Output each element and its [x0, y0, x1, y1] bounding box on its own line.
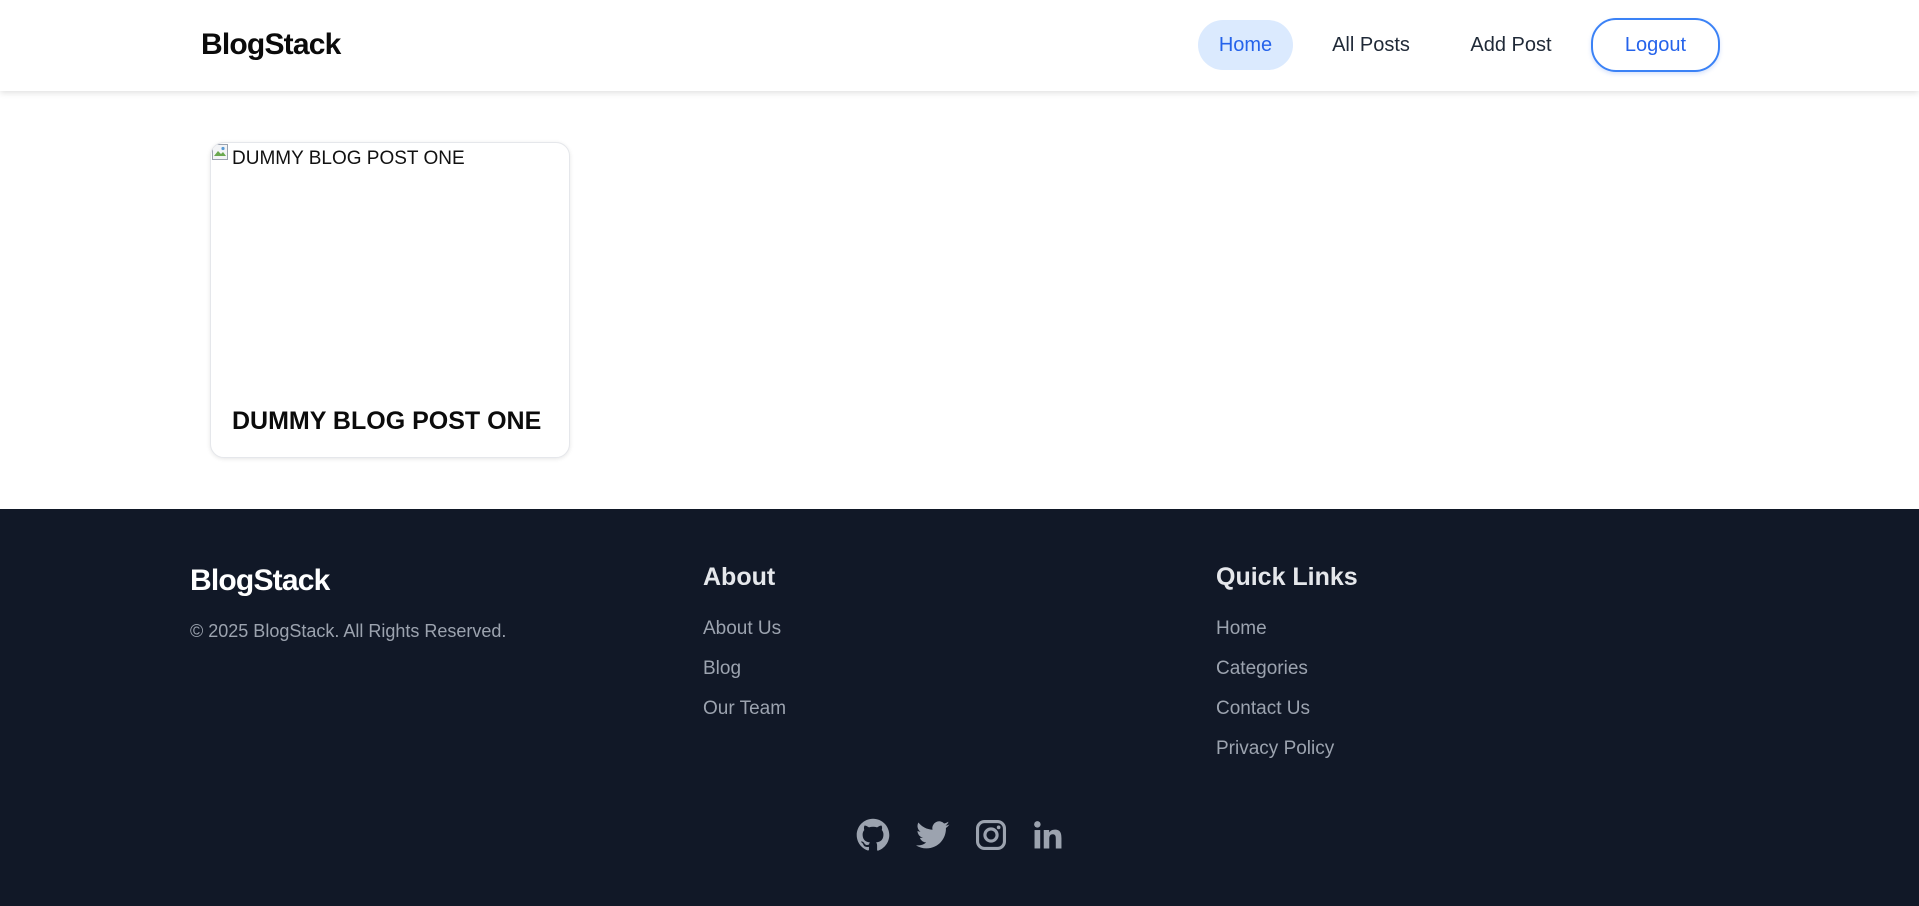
footer-link-contact-us[interactable]: Contact Us — [1216, 697, 1334, 737]
footer-link-home[interactable]: Home — [1216, 617, 1334, 657]
footer-link-categories[interactable]: Categories — [1216, 657, 1334, 697]
nav-all-posts-link[interactable]: All Posts — [1317, 20, 1425, 70]
logout-button[interactable]: Logout — [1591, 18, 1720, 72]
footer-about-links: About Us Blog Our Team — [703, 617, 786, 737]
footer-quick-links: Home Categories Contact Us Privacy Polic… — [1216, 617, 1334, 777]
footer-copyright: © 2025 BlogStack. All Rights Reserved. — [190, 621, 507, 641]
nav-home-link[interactable]: Home — [1198, 20, 1293, 70]
social-links — [0, 818, 1919, 852]
post-card-image-alt: DUMMY BLOG POST ONE — [232, 148, 465, 169]
instagram-icon[interactable] — [974, 818, 1008, 852]
post-card[interactable]: DUMMY BLOG POST ONE DUMMY BLOG POST ONE — [210, 142, 570, 458]
footer-link-our-team[interactable]: Our Team — [703, 697, 786, 737]
main-content: DUMMY BLOG POST ONE DUMMY BLOG POST ONE — [0, 91, 1919, 509]
site-footer: BlogStack © 2025 BlogStack. All Rights R… — [0, 509, 1919, 906]
post-card-title[interactable]: DUMMY BLOG POST ONE — [232, 407, 541, 436]
linkedin-icon[interactable] — [1031, 818, 1065, 852]
footer-link-privacy-policy[interactable]: Privacy Policy — [1216, 737, 1334, 777]
footer-quick-links-heading: Quick Links — [1216, 563, 1358, 591]
footer-link-blog[interactable]: Blog — [703, 657, 786, 697]
twitter-icon[interactable] — [916, 818, 950, 852]
footer-link-about-us[interactable]: About Us — [703, 617, 786, 657]
nav-add-post-link[interactable]: Add Post — [1452, 20, 1570, 70]
footer-about-heading: About — [703, 563, 776, 591]
broken-image-icon — [212, 144, 228, 160]
site-header: BlogStack Home All Posts Add Post Logout — [0, 0, 1919, 91]
footer-brand-logo: BlogStack — [190, 564, 330, 597]
post-card-image[interactable]: DUMMY BLOG POST ONE — [211, 143, 569, 373]
brand-logo[interactable]: BlogStack — [201, 28, 341, 62]
github-icon[interactable] — [856, 818, 890, 852]
